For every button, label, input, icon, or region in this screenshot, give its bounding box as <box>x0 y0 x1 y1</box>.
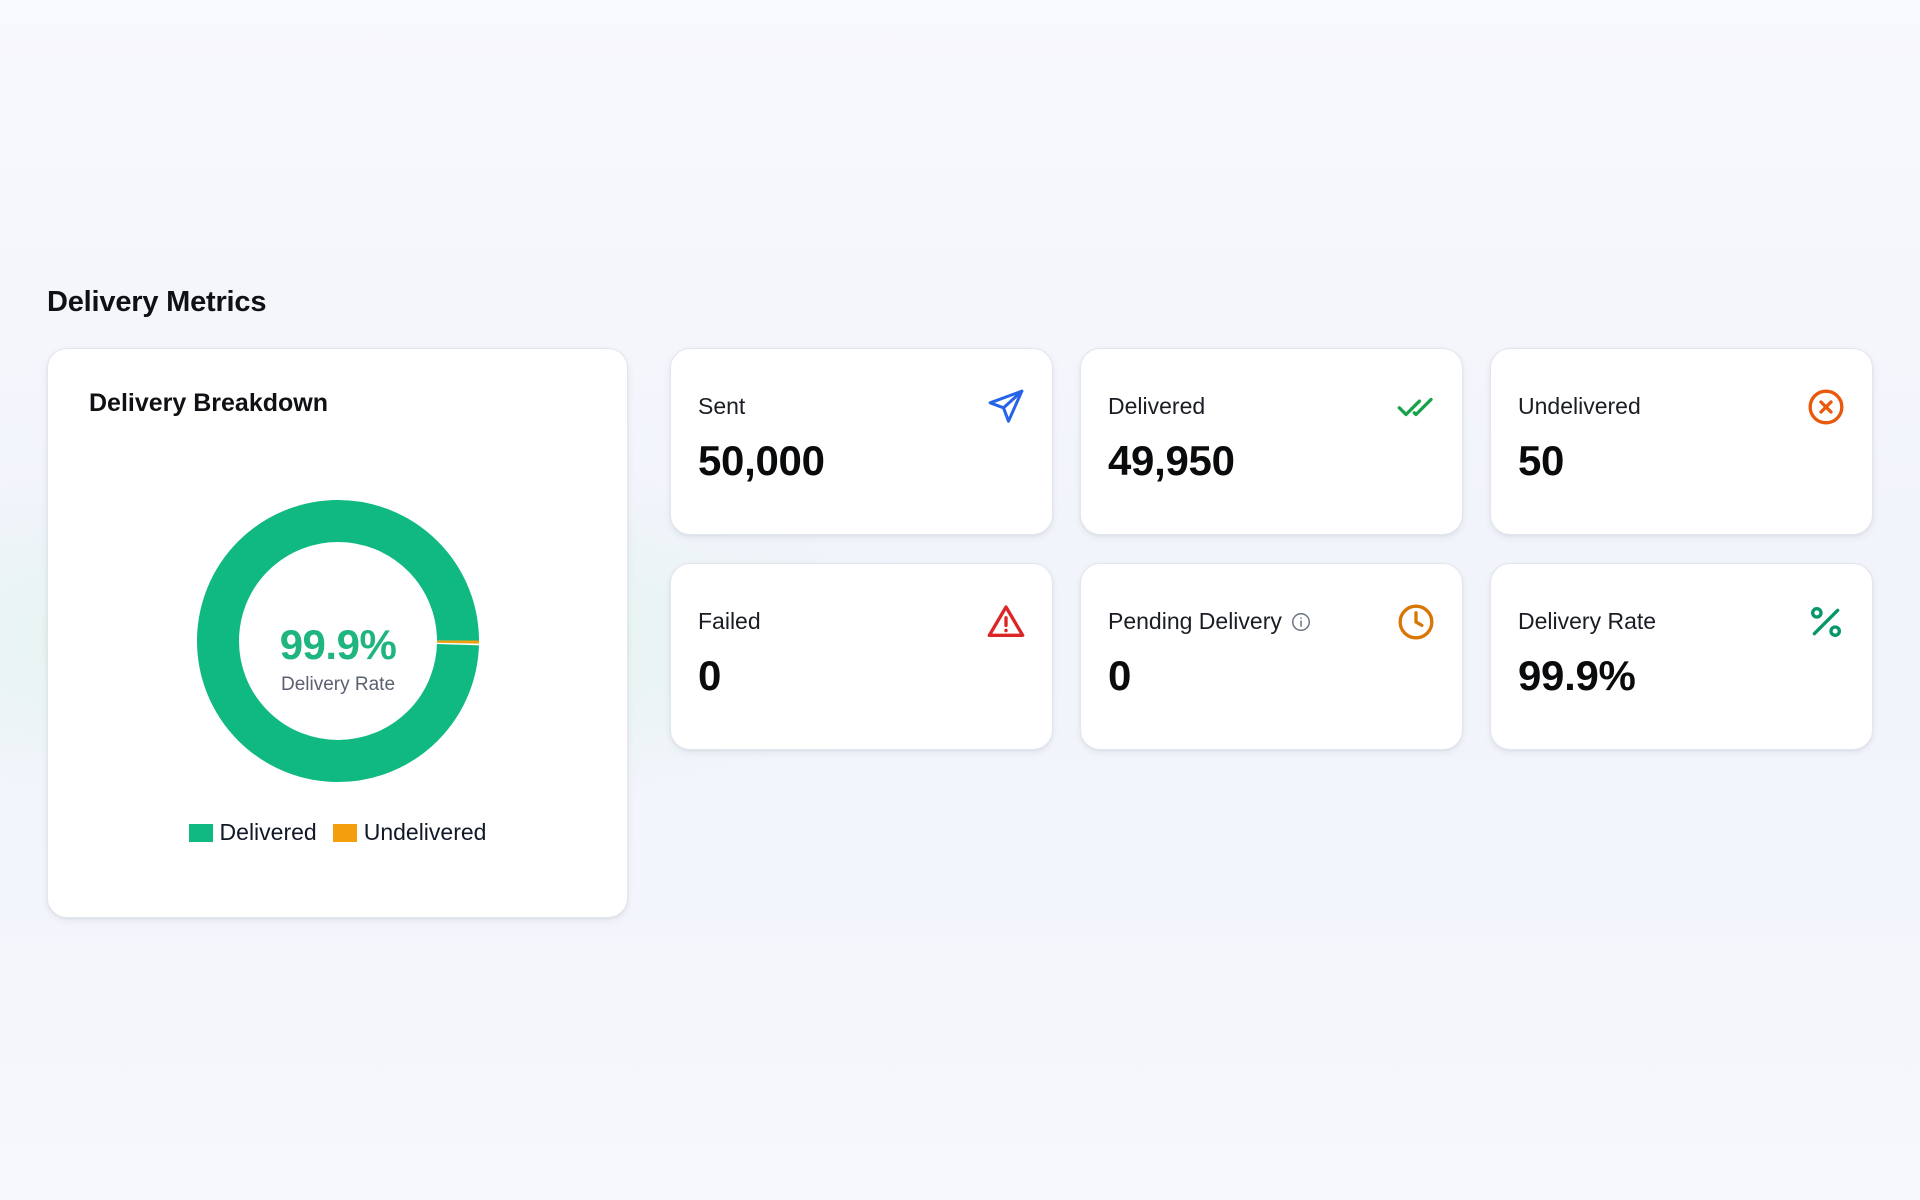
delivery-breakdown-card: Delivery Breakdown 99.9% Delivery Rate D… <box>47 348 628 918</box>
stat-card-failed: Failed 0 <box>670 563 1053 750</box>
clock-icon <box>1396 602 1436 642</box>
x-circle-icon <box>1806 387 1846 427</box>
section-title: Delivery Metrics <box>47 286 267 318</box>
stat-value: 99.9% <box>1518 652 1636 699</box>
stat-value: 49,950 <box>1108 437 1235 484</box>
stat-value: 50 <box>1518 437 1565 484</box>
stat-label: Sent <box>698 393 746 419</box>
stat-card-undelivered: Undelivered 50 <box>1490 348 1873 535</box>
stat-value: 50,000 <box>698 437 825 484</box>
legend-label-undelivered: Undelivered <box>363 819 487 845</box>
stat-value: 0 <box>1108 652 1132 699</box>
legend-swatch-delivered <box>188 823 213 842</box>
donut-center-label: Delivery Rate <box>280 674 396 695</box>
donut-chart: 99.9% Delivery Rate <box>193 496 483 786</box>
double-check-icon <box>1396 387 1436 427</box>
stat-value: 0 <box>698 652 722 699</box>
stat-card-pending-delivery: Pending Delivery 0 <box>1080 563 1463 750</box>
legend-swatch-undelivered <box>332 823 357 842</box>
stat-label: Failed <box>698 608 761 634</box>
stat-label: Pending Delivery <box>1108 608 1282 634</box>
stat-card-sent: Sent 50,000 <box>670 348 1053 535</box>
send-icon <box>986 387 1026 427</box>
stat-label: Undelivered <box>1518 393 1641 419</box>
stat-label: Delivered <box>1108 393 1206 419</box>
legend-label-delivered: Delivered <box>219 819 317 845</box>
chart-legend: Delivered Undelivered <box>48 819 627 846</box>
legend-item-delivered[interactable]: Delivered <box>188 819 317 846</box>
stat-label-row: Pending Delivery <box>1108 608 1312 635</box>
breakdown-title: Delivery Breakdown <box>89 389 328 417</box>
stat-card-delivery-rate: Delivery Rate 99.9% <box>1490 563 1873 750</box>
warning-triangle-icon <box>986 602 1026 642</box>
percent-icon <box>1806 602 1846 642</box>
legend-item-undelivered[interactable]: Undelivered <box>332 819 487 846</box>
stat-label: Delivery Rate <box>1518 608 1657 634</box>
info-icon[interactable] <box>1290 611 1312 633</box>
stat-card-delivered: Delivered 49,950 <box>1080 348 1463 535</box>
donut-center: 99.9% Delivery Rate <box>193 496 483 786</box>
donut-center-value: 99.9% <box>279 621 397 668</box>
